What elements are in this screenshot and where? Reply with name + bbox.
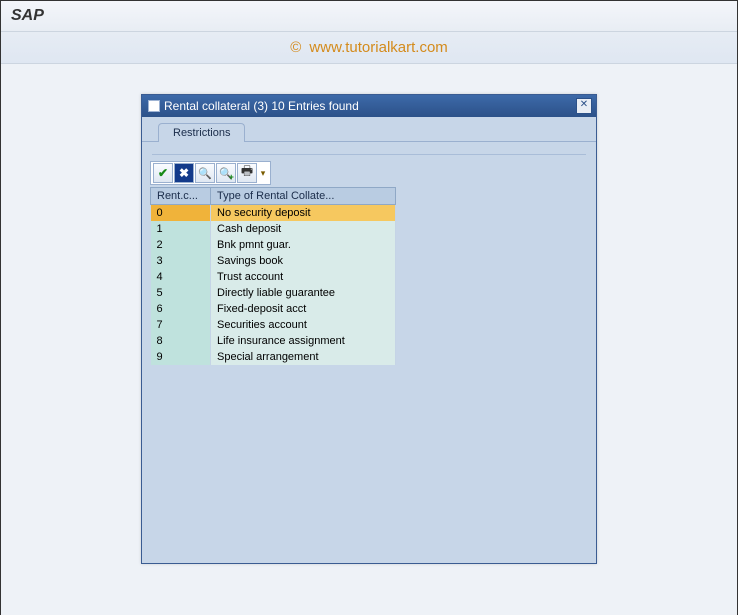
result-grid-wrap: Rent.c... Type of Rental Collate... 0No … (150, 185, 588, 365)
cell-code: 2 (151, 237, 211, 253)
cell-desc: No security deposit (211, 205, 396, 222)
table-row[interactable]: 1Cash deposit (151, 221, 396, 237)
cell-desc: Securities account (211, 317, 396, 333)
accept-button[interactable]: ✔ (153, 163, 173, 183)
watermark-bar: © www.tutorialkart.com (1, 32, 737, 64)
separator (152, 154, 586, 155)
watermark-text: www.tutorialkart.com (309, 39, 447, 56)
cell-desc: Directly liable guarantee (211, 285, 396, 301)
find-button[interactable]: 🔍 (195, 163, 215, 183)
table-row[interactable]: 2Bnk pmnt guar. (151, 237, 396, 253)
col-header-code[interactable]: Rent.c... (151, 188, 211, 205)
cell-code: 0 (151, 205, 211, 222)
cancel-filter-button[interactable]: ✖ (174, 163, 194, 183)
value-help-dialog: Rental collateral (3) 10 Entries found ✕… (141, 94, 597, 564)
cell-code: 5 (151, 285, 211, 301)
binoculars-icon: 🔍 (198, 167, 212, 180)
result-grid: Rent.c... Type of Rental Collate... 0No … (150, 187, 396, 365)
cell-code: 3 (151, 253, 211, 269)
dialog-system-icon (148, 100, 160, 112)
result-toolbar: ✔ ✖ 🔍 🔍 🖶 ▾ (150, 161, 271, 185)
dialog-title: Rental collateral (3) 10 Entries found (164, 99, 572, 113)
close-button[interactable]: ✕ (576, 98, 592, 114)
print-button[interactable]: 🖶 (237, 163, 257, 183)
cell-desc: Bnk pmnt guar. (211, 237, 396, 253)
tab-panel: ✔ ✖ 🔍 🔍 🖶 ▾ Rent.c... Type of Rental Col… (142, 142, 596, 563)
toolbar-more-dropdown[interactable]: ▾ (258, 163, 268, 183)
cell-code: 7 (151, 317, 211, 333)
cell-code: 1 (151, 221, 211, 237)
find-next-button[interactable]: 🔍 (216, 163, 236, 183)
cell-desc: Life insurance assignment (211, 333, 396, 349)
table-row[interactable]: 3Savings book (151, 253, 396, 269)
app-titlebar: SAP (1, 1, 737, 32)
table-row[interactable]: 9Special arrangement (151, 349, 396, 365)
table-row[interactable]: 8Life insurance assignment (151, 333, 396, 349)
cell-code: 8 (151, 333, 211, 349)
cell-code: 4 (151, 269, 211, 285)
table-row[interactable]: 7Securities account (151, 317, 396, 333)
app-title: SAP (11, 7, 44, 24)
cell-code: 9 (151, 349, 211, 365)
binoculars-plus-icon: 🔍 (219, 167, 233, 180)
cell-desc: Trust account (211, 269, 396, 285)
cell-code: 6 (151, 301, 211, 317)
table-row[interactable]: 6Fixed-deposit acct (151, 301, 396, 317)
copyright-symbol: © (290, 39, 301, 56)
cell-desc: Cash deposit (211, 221, 396, 237)
main-canvas: Rental collateral (3) 10 Entries found ✕… (1, 64, 737, 615)
tab-strip: Restrictions (142, 117, 596, 142)
col-header-desc[interactable]: Type of Rental Collate... (211, 188, 396, 205)
cell-desc: Special arrangement (211, 349, 396, 365)
table-row[interactable]: 0No security deposit (151, 205, 396, 222)
grid-header-row: Rent.c... Type of Rental Collate... (151, 188, 396, 205)
cell-desc: Fixed-deposit acct (211, 301, 396, 317)
tab-restrictions[interactable]: Restrictions (158, 123, 245, 142)
dialog-header: Rental collateral (3) 10 Entries found ✕ (142, 95, 596, 117)
table-row[interactable]: 4Trust account (151, 269, 396, 285)
cell-desc: Savings book (211, 253, 396, 269)
table-row[interactable]: 5Directly liable guarantee (151, 285, 396, 301)
